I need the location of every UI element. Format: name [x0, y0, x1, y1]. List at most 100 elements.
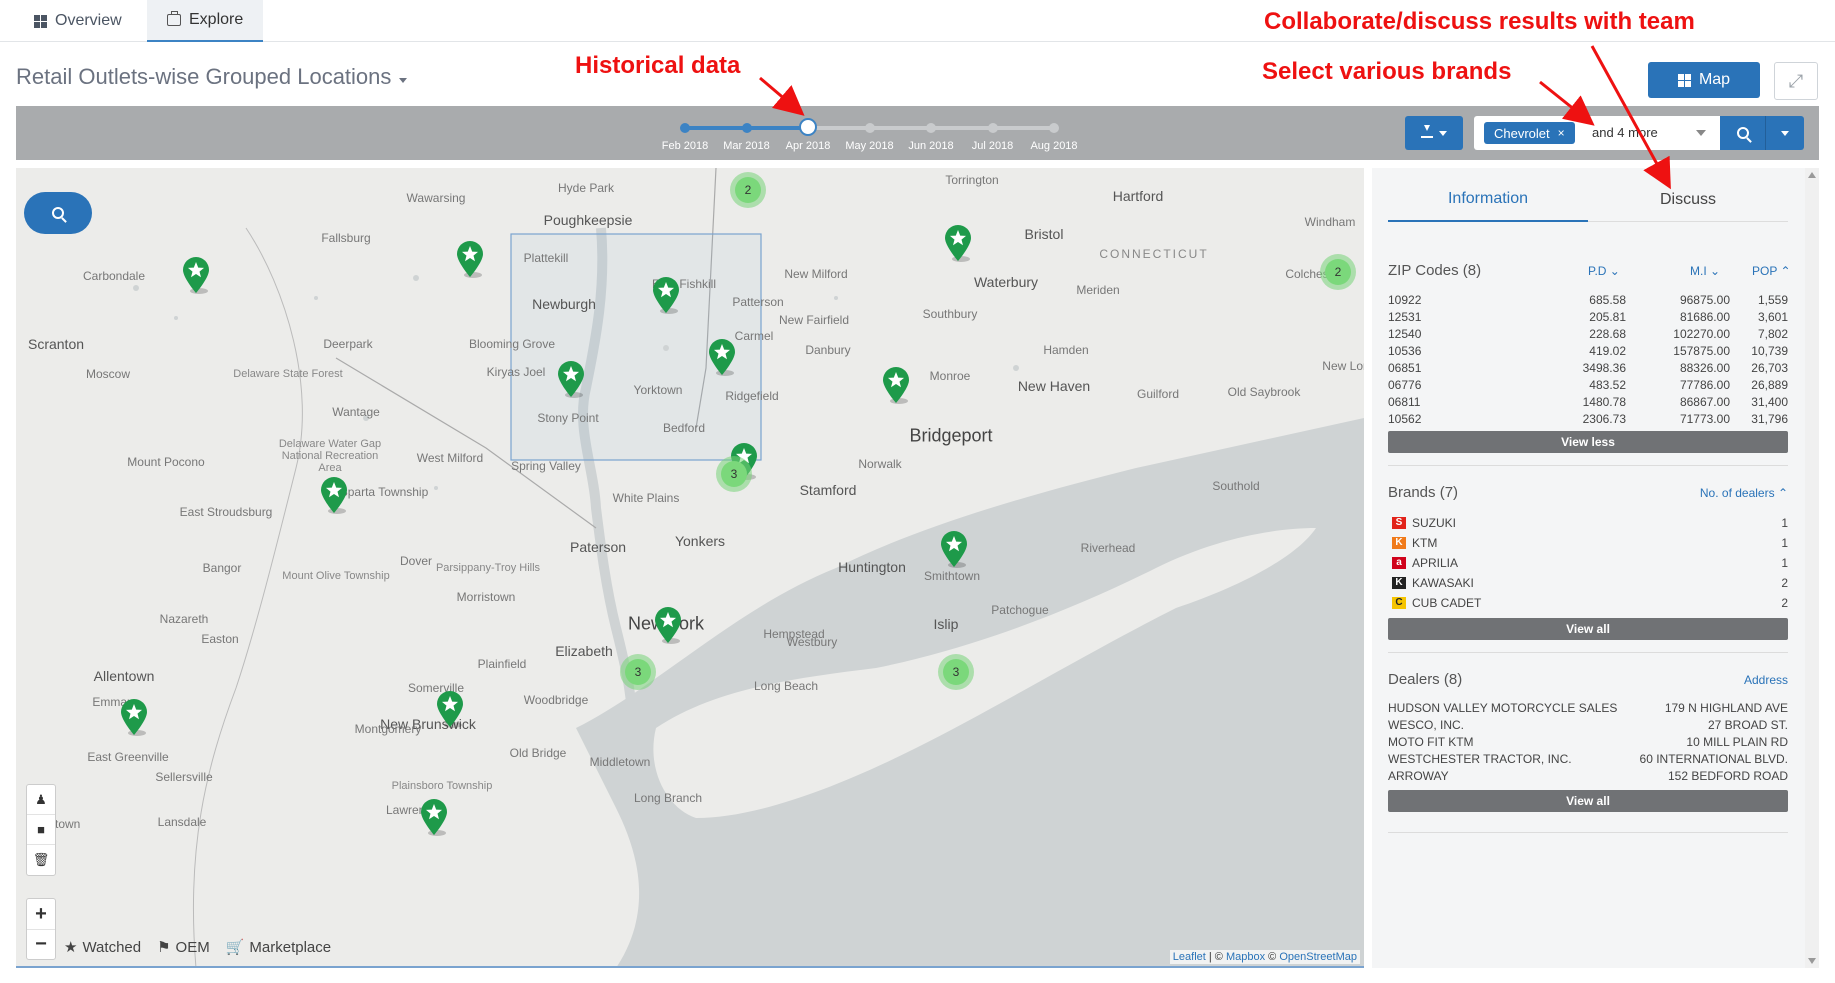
zip-code: 06776 [1388, 378, 1422, 392]
dealer-marker-star-icon[interactable] [943, 224, 973, 262]
zoom-in-button[interactable]: + [27, 899, 55, 929]
sort-mi[interactable]: M.I ⌄ [1690, 264, 1720, 278]
brand-row[interactable]: K KAWASAKI 2 [1388, 574, 1788, 594]
osm-link[interactable]: OpenStreetMap [1279, 951, 1357, 963]
zip-row[interactable]: 12531 205.81 81686.00 3,601 [1388, 310, 1788, 327]
dealer-marker-star-icon[interactable] [455, 240, 485, 278]
dealer-marker-star-icon[interactable] [707, 338, 737, 376]
legend-oem[interactable]: ⚑ OEM [157, 938, 210, 957]
marker-cluster[interactable]: 3 [620, 654, 656, 690]
tab-discuss[interactable]: Discuss [1588, 178, 1788, 222]
zip-row[interactable]: 06851 3498.36 88326.00 26,703 [1388, 361, 1788, 378]
dealer-marker-star-icon[interactable] [181, 256, 211, 294]
brand-row[interactable]: S SUZUKI 1 [1388, 514, 1788, 534]
legend-watched[interactable]: ★ Watched [64, 938, 141, 957]
map-view-button[interactable]: Map [1648, 62, 1760, 98]
tab-overview[interactable]: Overview [14, 0, 142, 42]
map-place-label: Yorktown [633, 383, 683, 397]
dealer-marker-star-icon[interactable] [651, 276, 681, 314]
map-place-label: Bridgeport [909, 425, 993, 446]
zip-row[interactable]: 06811 1480.78 86867.00 31,400 [1388, 395, 1788, 412]
map-place-label: Wantage [332, 405, 380, 419]
panel-scrollbar[interactable] [1805, 168, 1819, 968]
search-button[interactable] [1720, 116, 1766, 150]
scroll-down-icon[interactable] [1808, 958, 1816, 964]
dealer-marker-star-icon[interactable] [435, 690, 465, 728]
timeline-stop[interactable] [1049, 123, 1059, 133]
dealer-marker-star-icon[interactable] [419, 798, 449, 836]
zip-row[interactable]: 10536 419.02 157875.00 10,739 [1388, 344, 1788, 361]
tab-explore[interactable]: Explore [147, 0, 264, 42]
dealer-row[interactable]: MOTO FIT KTM 10 MILL PLAIN RD [1388, 735, 1788, 752]
brand-select[interactable]: Chevrolet × and 4 more [1474, 116, 1720, 150]
marker-cluster[interactable]: 3 [938, 654, 974, 690]
map-place-label: New Milford [784, 267, 848, 281]
fullscreen-button[interactable]: ⤢ [1774, 62, 1818, 100]
brand-name: APRILIA [1412, 556, 1459, 570]
timeline-stop[interactable] [864, 123, 875, 133]
search-icon [1736, 127, 1749, 139]
dealer-marker-star-icon[interactable] [119, 698, 149, 736]
view-less-zip-button[interactable]: View less [1388, 431, 1788, 453]
zip-pd: 205.81 [1589, 310, 1626, 324]
dealer-marker-star-icon[interactable] [881, 366, 911, 404]
dealer-marker-star-icon[interactable] [939, 530, 969, 568]
sort-dealers-count[interactable]: No. of dealers ⌃ [1700, 486, 1788, 500]
legend-marketplace[interactable]: 🛒 Marketplace [226, 938, 331, 957]
map-place-label: Mount Olive Township [282, 570, 390, 582]
dealer-marker-star-icon[interactable] [556, 360, 586, 398]
brand-row[interactable]: C CUB CADET 2 [1388, 594, 1788, 614]
caret-down-icon[interactable] [1696, 130, 1706, 136]
zoom-out-button[interactable]: − [27, 929, 55, 959]
map-place-label: East Greenville [87, 750, 169, 764]
sort-address[interactable]: Address [1744, 673, 1788, 687]
dealer-marker-star-icon[interactable] [653, 606, 683, 644]
view-all-dealers-button[interactable]: View all [1388, 790, 1788, 812]
map-place-label: Torrington [945, 173, 999, 187]
zip-row[interactable]: 12540 228.68 102270.00 7,802 [1388, 327, 1788, 344]
remove-tag-icon[interactable]: × [1558, 126, 1565, 140]
view-all-brands-button[interactable]: View all [1388, 618, 1788, 640]
map-place-label: Allentown [93, 668, 155, 684]
dealer-row[interactable]: WESTCHESTER TRACTOR, INC. 60 INTERNATIONA… [1388, 752, 1788, 769]
mapbox-link[interactable]: Mapbox [1226, 951, 1265, 963]
dealer-marker-star-icon[interactable] [319, 476, 349, 514]
caret-down-icon [1781, 130, 1789, 136]
zip-pop: 10,739 [1751, 344, 1788, 358]
delete-shapes-button[interactable]: 🗑 [27, 845, 55, 875]
marker-cluster[interactable]: 3 [716, 456, 752, 492]
page-title: Retail Outlets-wise Grouped Locations [16, 64, 392, 89]
draw-marker-button[interactable]: ♟ [27, 785, 55, 815]
scroll-up-icon[interactable] [1808, 172, 1816, 178]
dealer-row[interactable]: WESCO, INC. 27 BROAD ST. [1388, 718, 1788, 735]
timeline-stop[interactable] [680, 123, 690, 133]
leaflet-link[interactable]: Leaflet [1173, 951, 1206, 963]
timeline-slider[interactable]: Feb 2018 Mar 2018 Apr 2018 May 2018 Jun 2018… [662, 118, 1078, 156]
zip-row[interactable]: 10562 2306.73 71773.00 31,796 [1388, 412, 1788, 429]
draw-rectangle-button[interactable]: ■ [27, 815, 55, 845]
map-place-label: Poughkeepsie [543, 212, 633, 228]
zip-row[interactable]: 10922 685.58 96875.00 1,559 [1388, 293, 1788, 310]
brand-row[interactable]: K KTM 1 [1388, 534, 1788, 554]
page-title-dropdown[interactable]: Retail Outlets-wise Grouped Locations [16, 64, 408, 90]
download-button[interactable] [1405, 116, 1463, 150]
map-place-label: Paterson [569, 539, 627, 555]
timeline-stop[interactable] [926, 123, 936, 133]
tab-information[interactable]: Information [1388, 178, 1588, 222]
map-search-button[interactable] [24, 192, 92, 234]
brand-row[interactable]: a APRILIA 1 [1388, 554, 1788, 574]
brand-logo-icon: a [1392, 557, 1406, 569]
timeline-stop[interactable] [741, 123, 752, 133]
marker-cluster[interactable]: 2 [1320, 254, 1356, 290]
zip-row[interactable]: 06776 483.52 77786.00 26,889 [1388, 378, 1788, 395]
dealer-row[interactable]: HUDSON VALLEY MOTORCYCLE SALES 179 N HIGH… [1388, 701, 1788, 718]
map-view[interactable]: Hartford Bristol Waterbury New Haven Bridgep… [16, 168, 1364, 968]
marker-cluster[interactable]: 2 [730, 172, 766, 208]
search-options-button[interactable] [1766, 116, 1804, 150]
sort-pd[interactable]: P.D ⌄ [1588, 264, 1620, 278]
dealer-row[interactable]: ARROWAY 152 BEDFORD ROAD [1388, 769, 1788, 786]
sort-pop[interactable]: POP ⌃ [1752, 264, 1791, 278]
timeline-stop[interactable] [987, 123, 998, 133]
timeline-stop[interactable] [799, 118, 817, 136]
map-place-label: Stamford [799, 482, 857, 498]
